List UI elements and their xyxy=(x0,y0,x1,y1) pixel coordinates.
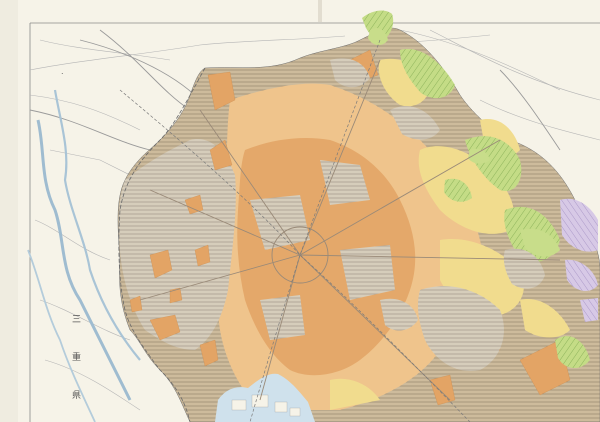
svg-text:・: ・ xyxy=(60,72,65,77)
map-sheet: ・ 三 重 県 xyxy=(0,0,600,422)
land-use-map: ・ 三 重 県 xyxy=(0,0,600,422)
label-west-c: 県 xyxy=(72,390,81,401)
label-west-b: 重 xyxy=(72,351,81,363)
fold-shadow xyxy=(318,0,322,22)
scan-left-margin xyxy=(0,0,18,422)
label-west-a: 三 xyxy=(72,315,81,325)
